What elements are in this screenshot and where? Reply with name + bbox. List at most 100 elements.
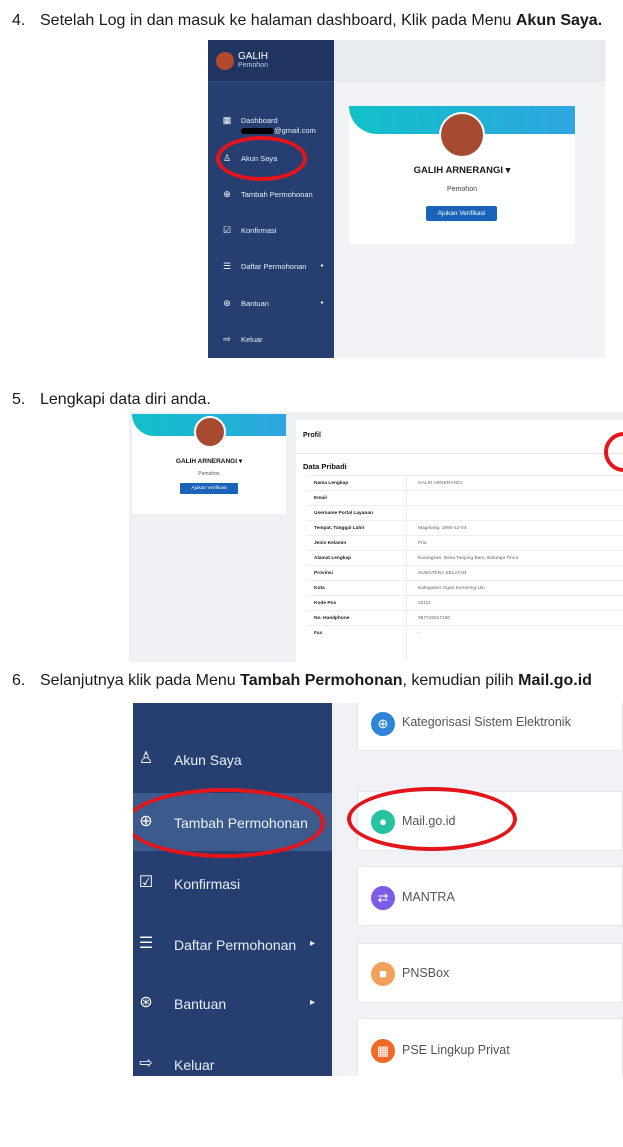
top-bar (334, 40, 605, 82)
field-label: No. Handphone (314, 616, 350, 621)
sidebar-item-label: Daftar Permohonan (174, 937, 297, 953)
user-name: GALIH (238, 51, 269, 62)
step-text: Setelah Log in dan masuk ke halaman dash… (40, 12, 516, 29)
sidebar-item-daftar-permohonan[interactable]: ☰ Daftar Permohonan ▸ (133, 929, 332, 959)
profile-role: Pemohon (198, 471, 220, 477)
lifebuoy-icon: ⊛ (223, 298, 231, 308)
tambah-permohonan-screenshot: ♙ Akun Saya ⊕ Tambah Permohonan ☑ Konfir… (133, 703, 623, 1076)
table-row: Alamat Lengkap Karangsari, Desa Tanjung B… (306, 550, 623, 565)
sidebar-item-label: Dashboard (241, 116, 278, 125)
field-value: Karangsari, Desa Tanjung Baru, Baturaja … (418, 556, 519, 561)
field-value: 32111 (418, 601, 431, 606)
step-text: , kemudian pilih (402, 672, 519, 689)
service-card-pnsbox[interactable]: ■ PNSBox (357, 943, 623, 1003)
chevron-right-icon: ▸ (321, 263, 325, 269)
panel-title: Profil (303, 432, 321, 439)
ajukan-verifikasi-button[interactable]: Ajukan Verifikasi (426, 206, 497, 221)
check-square-icon: ☑ (222, 225, 232, 235)
profile-photo (439, 112, 485, 158)
sidebar-item-konfirmasi[interactable]: ☑ Konfirmasi (208, 219, 334, 241)
field-value: Pria (418, 541, 427, 546)
table-row: Tempat, Tanggal Lahir Magelang, 1990-12-0… (306, 520, 623, 535)
grid-icon: ▦ (222, 115, 232, 125)
sidebar-item-label: Konfirmasi (241, 226, 277, 235)
field-label: Kode Pos (314, 601, 337, 606)
lifebuoy-icon: ⊛ (139, 994, 153, 1011)
field-label: Provinsi (314, 571, 333, 576)
step-bold: Tambah Permohonan (240, 672, 403, 689)
sidebar-item-keluar[interactable]: ⇨ Keluar (208, 328, 334, 350)
field-value: Kabupaten Ogan Komering Ulu (418, 586, 485, 591)
field-label: Jenis Kelamin (314, 541, 347, 546)
service-card-kategorisasi[interactable]: ⊕ Kategorisasi Sistem Elektronik (357, 703, 623, 751)
list-icon: ☰ (138, 935, 154, 952)
profile-screenshot: GALIH ARNERANGI ▾ Pemohon Ajukan Verifik… (129, 412, 623, 662)
table-row: No. Handphone 087745617180 (306, 610, 623, 625)
sidebar-user-header: GALIH Pemohon (208, 40, 334, 82)
panel-header: Profil (296, 420, 623, 454)
sidebar-item-label: Konfirmasi (174, 876, 241, 892)
sidebar-item-label: Bantuan (241, 299, 269, 308)
step-number: 4. (12, 12, 26, 29)
chevron-right-icon: ▸ (310, 938, 316, 949)
ajukan-verifikasi-button[interactable]: Ajukan Verifikasi (180, 483, 238, 494)
step-number: 6. (12, 672, 26, 689)
sidebar-item-akun-saya[interactable]: ♙ Akun Saya (133, 744, 332, 774)
sidebar-item-bantuan[interactable]: ⊛ Bantuan ▸ (208, 292, 334, 314)
service-label: PNSBox (402, 966, 450, 980)
sidebar-item-label: Bantuan (174, 996, 227, 1012)
table-row: Fax - (306, 625, 623, 640)
step-bold: Mail.go.id (518, 672, 592, 689)
sidebar-item-label: Tambah Permohonan (241, 190, 313, 199)
step-5-heading: 5. Lengkapi data diri anda. (12, 390, 211, 410)
service-label: Kategorisasi Sistem Elektronik (402, 715, 571, 729)
sidebar-item-email: @gmail.com (241, 126, 316, 135)
sidebar-item-daftar-permohonan[interactable]: ☰ Daftar Permohonan ▸ (208, 255, 334, 277)
service-card-mantra[interactable]: ⇄ MANTRA (357, 866, 623, 926)
table-row: Kota Kabupaten Ogan Komering Ulu (306, 580, 623, 595)
sidebar-item-dashboard[interactable]: ▦ Dashboard @gmail.com (208, 109, 334, 135)
profile-name[interactable]: GALIH ARNERANGI ▾ (349, 165, 575, 176)
sidebar-item-tambah-permohonan[interactable]: ⊕ Tambah Permohonan (208, 183, 334, 205)
profile-name[interactable]: GALIH ARNERANGI ▾ (132, 457, 286, 465)
service-label: PSE Lingkup Privat (402, 1043, 510, 1057)
field-label: Username Portal Layanan (314, 511, 373, 516)
table-row: Username Portal Layanan (306, 505, 623, 520)
field-value: GALIH ARNERANGI (418, 481, 462, 486)
service-card-pse-lingkup-privat[interactable]: ▦ PSE Lingkup Privat (357, 1018, 623, 1076)
table-row: Email (306, 490, 623, 505)
user-role: Pemohon (238, 62, 268, 69)
lock-icon: ■ (371, 962, 395, 986)
redacted-mark (241, 128, 274, 135)
table-row: Kode Pos 32111 (306, 595, 623, 610)
table-row: Jenis Kelamin Pria (306, 535, 623, 550)
table-row: Nama Lengkap GALIH ARNERANGI (306, 475, 623, 490)
field-value: 087745617180 (418, 616, 451, 621)
highlight-ring (347, 787, 517, 851)
step-6-heading: 6. Selanjutnya klik pada Menu Tambah Perm… (12, 671, 592, 691)
sign-out-icon: ⇨ (223, 334, 231, 344)
field-value: Magelang, 1990-12-04 (418, 526, 467, 531)
sidebar-item-label: Keluar (241, 335, 263, 344)
step-bold: Akun Saya. (515, 12, 603, 29)
globe-icon: ⊕ (371, 712, 395, 736)
sidebar-item-bantuan[interactable]: ⊛ Bantuan ▸ (133, 988, 332, 1018)
sidebar-item-konfirmasi[interactable]: ☑ Konfirmasi (133, 868, 332, 898)
plus-circle-icon: ⊕ (223, 189, 231, 199)
chevron-right-icon: ▸ (321, 300, 325, 306)
sidebar-item-label: Akun Saya (174, 752, 242, 768)
dashboard-screenshot: GALIH Pemohon ▦ Dashboard @gmail.com ♙ A… (208, 40, 605, 358)
user-icon: ♙ (138, 750, 154, 767)
table-row: Provinsi SUMATERA SELATAN (306, 565, 623, 580)
field-label: Nama Lengkap (314, 481, 349, 486)
sidebar-item-keluar[interactable]: ⇨ Keluar (133, 1049, 332, 1076)
field-label: Fax (314, 631, 323, 636)
field-value: SUMATERA SELATAN (418, 571, 467, 576)
avatar (216, 52, 234, 70)
service-label: MANTRA (402, 890, 455, 904)
profile-card: GALIH ARNERANGI ▾ Pemohon Ajukan Verifik… (132, 414, 286, 514)
step-text: Lengkapi data diri anda. (40, 391, 211, 408)
highlight-ring (216, 136, 307, 181)
step-text: Selanjutnya klik pada Menu (40, 672, 241, 689)
step-4-heading: 4. Setelah Log in dan masuk ke halaman da… (12, 11, 602, 31)
